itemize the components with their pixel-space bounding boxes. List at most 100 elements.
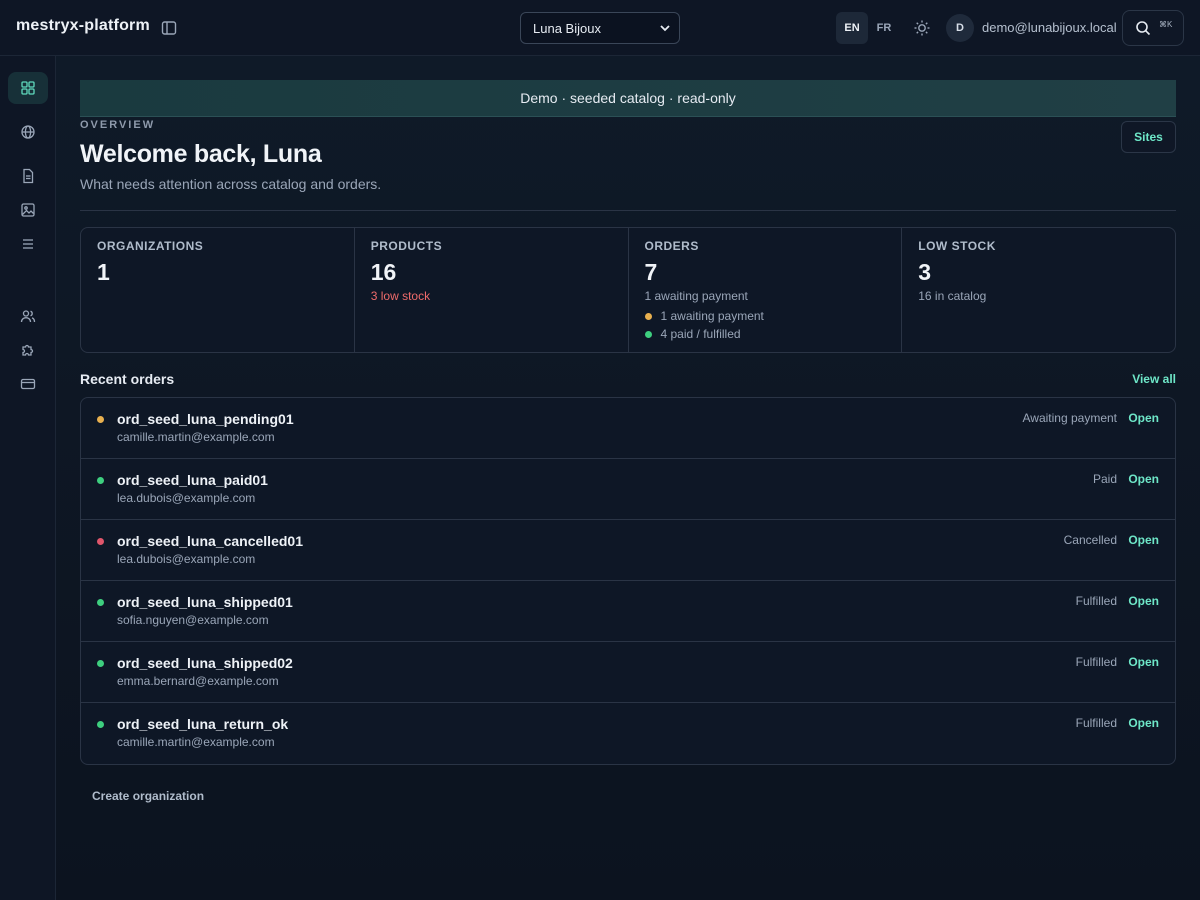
order-id: ord_seed_luna_paid01 [117,472,268,488]
legend-label: 4 paid / fulfilled [660,327,741,341]
site-select[interactable]: Luna Bijoux [520,12,680,44]
status-dot-awaiting [644,312,652,320]
table-row[interactable]: ord_seed_luna_shipped02 emma.bernard@exa… [81,642,1175,703]
recent-orders-list: ord_seed_luna_pending01 camille.martin@e… [80,397,1176,765]
recent-orders-title: Recent orders [80,371,175,387]
order-email: lea.dubois@example.com [117,552,256,566]
stat-value: 16 [370,259,397,285]
page-title: Welcome back, Luna [80,140,322,168]
sidebar-item-dashboard[interactable] [8,72,48,104]
stat-low-stock: LOW STOCK 3 16 in catalog [902,228,1175,352]
legend-item-awaiting: 1 awaiting payment [644,309,886,323]
stats-panel: ORGANIZATIONS 1 PRODUCTS 16 3 low stock … [80,227,1176,353]
sidebar-item-sites[interactable] [8,116,48,148]
table-row[interactable]: ord_seed_luna_paid01 lea.dubois@example.… [81,459,1175,520]
sidebar-item-users[interactable] [8,300,48,332]
stat-orders: ORDERS 7 1 awaiting payment 1 awaiting p… [629,228,903,352]
status-dot [97,538,104,545]
sidebar-item-catalog[interactable] [8,228,48,260]
status-dot [97,416,104,423]
search-icon [1135,20,1151,36]
section-eyebrow: OVERVIEW [80,119,156,131]
sidebar-item-media[interactable] [8,194,48,226]
table-row[interactable]: ord_seed_luna_shipped01 sofia.nguyen@exa… [81,581,1175,642]
sites-button[interactable]: Sites [1121,121,1176,153]
stat-products: PRODUCTS 16 3 low stock [355,228,629,352]
order-email: lea.dubois@example.com [117,491,256,505]
table-row[interactable]: ord_seed_luna_pending01 camille.martin@e… [81,398,1175,459]
stat-note: 16 in catalog [918,289,987,303]
main-content: Demo · seeded catalog · read-only OVERVI… [56,56,1200,900]
dashboard-icon [21,81,35,95]
create-organization-button[interactable]: Create organization [92,789,204,803]
language-en-button[interactable]: EN [836,12,868,44]
order-status: Awaiting payment [1022,411,1118,425]
puzzle-icon [22,344,34,356]
user-email[interactable]: demo@lunabijoux.local [982,20,1117,35]
site-select-value: Luna Bijoux [533,20,601,36]
search-button[interactable]: ⌘K [1122,10,1184,46]
order-status: Cancelled [1063,533,1117,547]
legend-item-paid: 4 paid / fulfilled [644,327,886,341]
divider [80,210,1176,211]
users-icon [20,310,36,323]
stat-label: LOW STOCK [918,239,996,253]
legend-label: 1 awaiting payment [660,309,764,323]
stat-note-low-stock: 3 low stock [370,289,431,303]
open-order-link[interactable]: Open [1128,716,1159,730]
open-order-link[interactable]: Open [1128,411,1159,425]
chevron-down-icon [659,22,671,34]
list-icon [23,239,33,249]
stat-note: 1 awaiting payment [644,289,748,303]
globe-icon [21,125,35,139]
status-dot [97,477,104,484]
sidebar-item-integrations[interactable] [8,334,48,366]
search-shortcut: ⌘K [1159,19,1173,29]
view-all-link[interactable]: View all [1132,372,1176,386]
order-status: Paid [1092,472,1117,486]
open-order-link[interactable]: Open [1128,594,1159,608]
language-switcher: EN FR [836,12,900,44]
sidebar-toggle-icon[interactable] [161,20,177,36]
sidebar-item-billing[interactable] [8,368,48,400]
demo-banner: Demo · seeded catalog · read-only [80,80,1176,117]
avatar[interactable]: D [946,14,974,42]
status-dot [97,599,104,606]
table-row[interactable]: ord_seed_luna_return_ok camille.martin@e… [81,703,1175,764]
theme-toggle-sun-icon[interactable] [910,16,934,40]
order-id: ord_seed_luna_shipped02 [117,655,293,671]
stat-label: PRODUCTS [370,239,443,253]
open-order-link[interactable]: Open [1128,655,1159,669]
stat-value: 3 [918,259,932,285]
open-order-link[interactable]: Open [1128,533,1159,547]
sidebar-item-pages[interactable] [8,160,48,192]
page-subtitle: What needs attention across catalog and … [80,176,382,192]
sidebar [0,56,56,900]
stat-label: ORGANIZATIONS [97,239,204,253]
stat-label: ORDERS [644,239,699,253]
top-bar: mestryx-platform Luna Bijoux EN FR D dem… [0,0,1200,56]
order-email: emma.bernard@example.com [117,674,279,688]
status-dot [97,721,104,728]
open-order-link[interactable]: Open [1128,472,1159,486]
order-email: sofia.nguyen@example.com [117,613,269,627]
brand-name[interactable]: mestryx-platform [16,17,150,35]
order-email: camille.martin@example.com [117,430,275,444]
order-status: Fulfilled [1075,716,1117,730]
order-id: ord_seed_luna_pending01 [117,411,294,427]
status-dot [97,660,104,667]
status-dot-paid [644,330,652,338]
credit-card-icon [20,378,36,390]
order-email: camille.martin@example.com [117,735,275,749]
stat-value: 1 [97,259,110,285]
order-id: ord_seed_luna_cancelled01 [117,533,303,549]
table-row[interactable]: ord_seed_luna_cancelled01 lea.dubois@exa… [81,520,1175,581]
document-icon [23,168,34,184]
stat-organizations: ORGANIZATIONS 1 [81,228,355,352]
stat-value: 7 [644,259,658,285]
order-id: ord_seed_luna_return_ok [117,716,289,732]
order-status: Fulfilled [1075,655,1117,669]
order-id: ord_seed_luna_shipped01 [117,594,293,610]
language-fr-button[interactable]: FR [868,12,900,44]
order-status: Fulfilled [1075,594,1117,608]
